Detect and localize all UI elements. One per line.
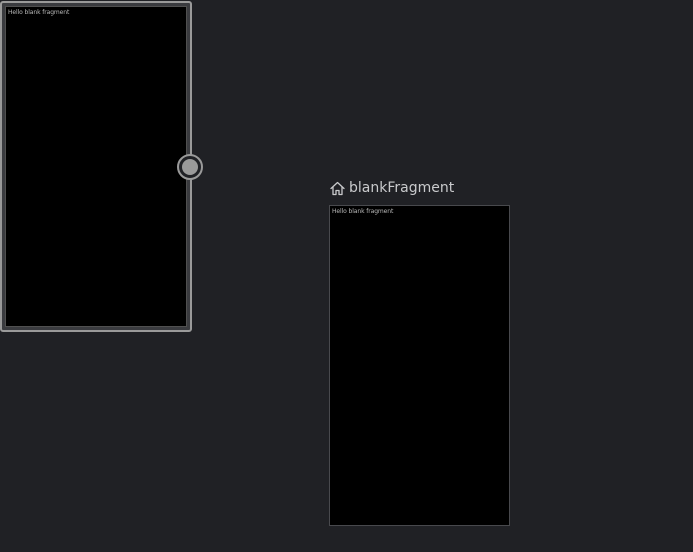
handle-dot [182,159,198,175]
navigation-graph-canvas[interactable]: Hello blank fragment blankFragment Hello… [0,0,693,552]
destination-label-text: blankFragment [349,180,455,196]
home-icon [330,181,345,195]
action-connection-handle[interactable] [177,154,203,180]
fragment-destination-selected[interactable]: Hello blank fragment [0,1,192,332]
fragment-destination-start[interactable]: Hello blank fragment [329,205,510,526]
destination-label: blankFragment [329,178,454,198]
preview-text: Hello blank fragment [332,208,394,215]
fragment-preview: Hello blank fragment [5,6,187,327]
preview-text: Hello blank fragment [8,9,70,16]
